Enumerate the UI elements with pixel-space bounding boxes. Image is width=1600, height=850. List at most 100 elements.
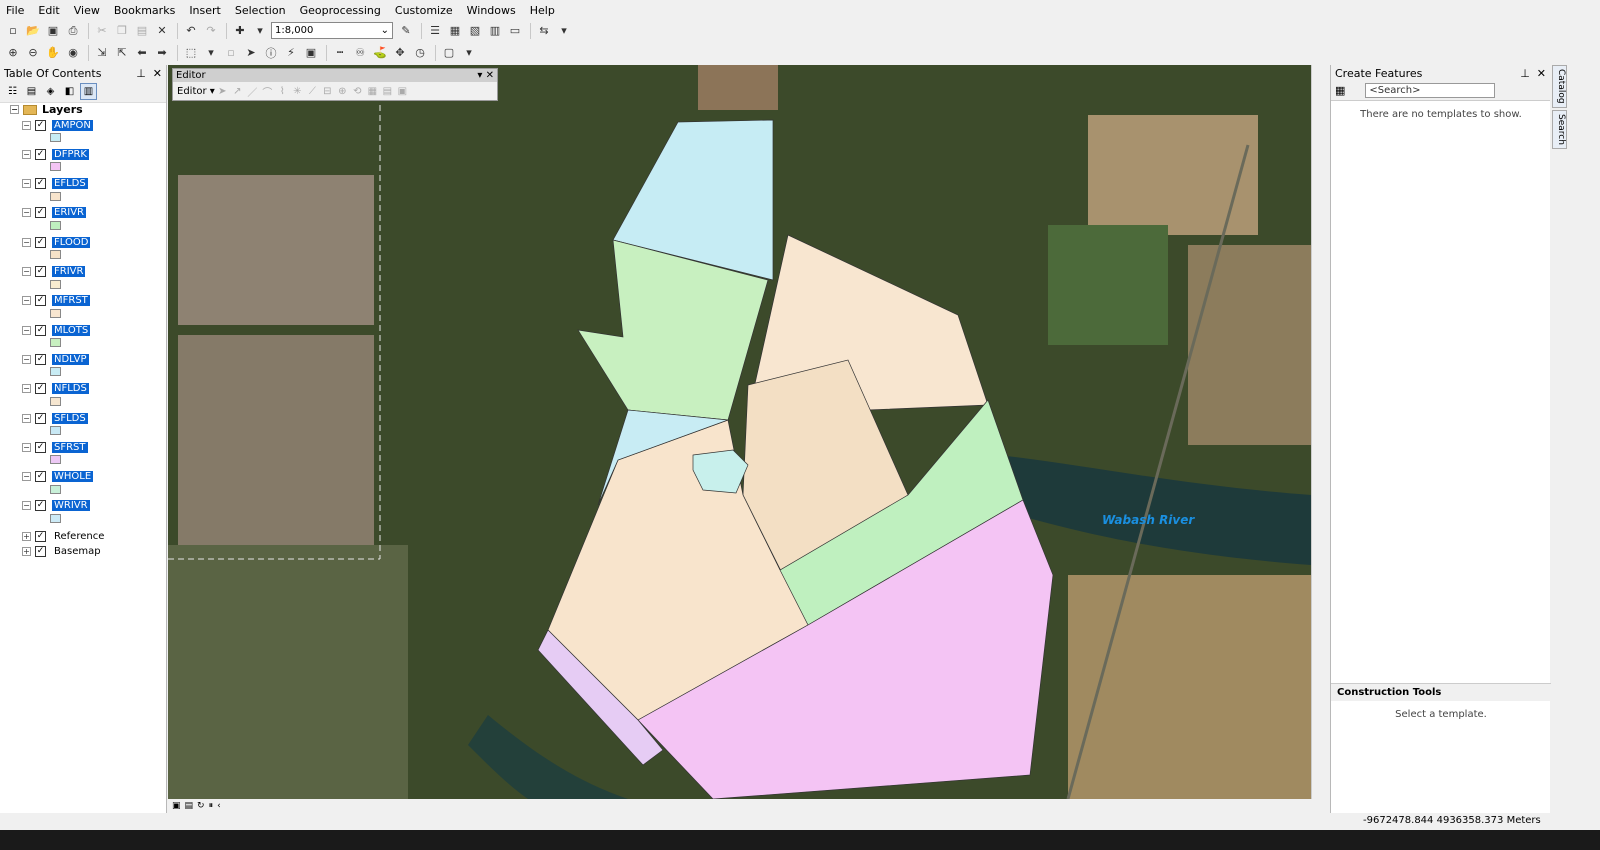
collapse-icon[interactable]: − [22,296,31,306]
map-horizontal-scrollbar[interactable]: ▣ ▤ ↻ ⏸ ‹ [168,799,1326,813]
visibility-checkbox[interactable]: ✓ [35,324,46,336]
copy-icon[interactable]: ❐ [113,22,131,40]
collapse-icon[interactable]: − [10,105,19,114]
layer-symbol-swatch[interactable] [50,455,61,465]
layer-row-erivr[interactable]: − ✓ ERIVR [22,206,87,220]
layers-root[interactable]: − Layers [10,103,83,116]
layer-symbol-swatch[interactable] [50,426,61,435]
find-route-icon[interactable]: ⛳ [371,44,389,62]
layer-symbol-swatch[interactable] [50,133,61,142]
straight-segment-icon[interactable]: ／ [245,84,260,99]
layer-row-wrivr[interactable]: − ✓ WRIVR [22,499,90,513]
select-elements-pointer-icon[interactable]: ➤ [242,44,260,62]
collapse-icon[interactable]: − [22,237,31,247]
menu-view[interactable]: View [74,4,100,17]
close-icon[interactable]: ✕ [486,70,494,81]
layer-symbol-swatch[interactable] [50,484,61,494]
redo-icon[interactable]: ↷ [202,22,220,40]
toolbar-options-icon[interactable]: ▾ [555,22,573,40]
visibility-checkbox[interactable]: ✓ [35,500,46,512]
options-icon[interactable]: ▥ [80,83,97,100]
edit-vertices-icon[interactable]: ✳ [290,86,305,97]
layer-row-sfrst[interactable]: − ✓ SFRST [22,440,88,454]
scroll-left-icon[interactable]: ‹ [217,801,221,811]
menu-edit[interactable]: Edit [38,4,59,17]
fixed-zoom-out-icon[interactable]: ⇱ [113,44,131,62]
layer-symbol-swatch[interactable] [50,191,61,201]
map-canvas[interactable] [168,65,1311,799]
visibility-checkbox[interactable]: ✓ [35,545,46,557]
collapse-icon[interactable]: − [22,179,31,189]
layer-name[interactable]: EFLDS [52,178,88,190]
menu-windows[interactable]: Windows [467,4,516,17]
list-by-drawing-order-icon[interactable]: ☷ [4,83,21,100]
layer-symbol-swatch[interactable] [50,396,61,406]
menu-selection[interactable]: Selection [235,4,286,17]
trace-icon[interactable]: ⌇ [275,86,290,97]
visibility-checkbox[interactable]: ✓ [35,383,46,395]
layer-name[interactable]: NFLDS [52,383,89,395]
collapse-icon[interactable]: − [22,354,31,364]
table-of-contents-icon[interactable]: ☰ [426,22,444,40]
layer-name[interactable]: WHOLE [52,471,94,483]
visibility-checkbox[interactable]: ✓ [35,353,46,365]
collapse-icon[interactable]: − [22,472,31,482]
dropdown-arrow-icon[interactable]: ▾ [202,44,220,62]
layer-name[interactable]: SFLDS [52,412,88,424]
dropdown-arrow-icon[interactable]: ▾ [251,22,269,40]
list-by-visibility-icon[interactable]: ◈ [42,83,59,100]
print-icon[interactable]: ⎙ [64,22,82,40]
list-by-selection-icon[interactable]: ◧ [61,83,78,100]
collapse-icon[interactable]: − [22,208,31,218]
map-scale-combobox[interactable]: 1:8,000 ⌄ [271,22,393,39]
fixed-zoom-in-icon[interactable]: ⇲ [93,44,111,62]
back-arrow-icon[interactable]: ⬅ [133,44,151,62]
menu-insert[interactable]: Insert [189,4,221,17]
visibility-checkbox[interactable]: ✓ [35,178,46,190]
layer-name[interactable]: SFRST [52,441,88,453]
menu-geoprocessing[interactable]: Geoprocessing [300,4,381,17]
layer-row-whole[interactable]: − ✓ WHOLE [22,470,94,484]
visibility-checkbox[interactable]: ✓ [35,530,46,542]
edit-tool-icon[interactable]: ➤ [215,86,230,97]
collapse-icon[interactable]: − [22,149,31,159]
layer-name[interactable]: AMPON [52,119,93,131]
menu-bookmarks[interactable]: Bookmarks [114,4,175,17]
full-extent-globe-icon[interactable]: ◉ [64,44,82,62]
chevron-down-icon[interactable]: ▾ [477,70,482,81]
new-document-icon[interactable]: ▫ [4,22,22,40]
search-tab[interactable]: Search [1552,109,1567,149]
visibility-checkbox[interactable]: ✓ [35,119,46,131]
edit-annotation-icon[interactable]: ↗ [230,86,245,97]
save-icon[interactable]: ▣ [44,22,62,40]
collapse-icon[interactable]: − [22,501,31,511]
reshape-feature-icon[interactable]: ⟋ [305,86,320,97]
time-slider-icon[interactable]: ◷ [411,44,429,62]
hyperlink-icon[interactable]: ⚡ [282,44,300,62]
clear-selection-icon[interactable]: ▫ [222,44,240,62]
layer-row-ndlvp[interactable]: − ✓ NDLVP [22,352,89,366]
layer-row-frivr[interactable]: − ✓ FRIVR [22,265,86,279]
undo-icon[interactable]: ↶ [182,22,200,40]
close-icon[interactable]: ✕ [153,67,162,80]
layer-name[interactable]: DFPRK [52,148,89,160]
cut-icon[interactable]: ✂ [93,22,111,40]
layer-row-mfrst[interactable]: − ✓ MFRST [22,294,90,308]
expand-icon[interactable]: + [22,546,31,556]
layer-symbol-swatch[interactable] [50,279,61,289]
group-layer-basemap[interactable]: + ✓ Basemap [22,544,103,558]
layer-row-mlots[interactable]: − ✓ MLOTS [22,323,91,337]
end-point-arc-icon[interactable]: ⌒ [260,84,275,99]
editor-toolbar-icon[interactable]: ✎ [397,22,415,40]
visibility-checkbox[interactable]: ✓ [35,412,46,424]
toolbar-options-icon[interactable]: ▾ [460,44,478,62]
visibility-checkbox[interactable]: ✓ [35,441,46,453]
menu-customize[interactable]: Customize [395,4,453,17]
visibility-checkbox[interactable]: ✓ [35,148,46,160]
zoom-in-icon[interactable]: ⊕ [4,44,22,62]
visibility-checkbox[interactable]: ✓ [35,295,46,307]
layer-name[interactable]: ERIVR [52,207,87,219]
attributes-icon[interactable]: ▦ [365,86,380,97]
layer-name[interactable]: MLOTS [52,324,91,336]
visibility-checkbox[interactable]: ✓ [35,207,46,219]
